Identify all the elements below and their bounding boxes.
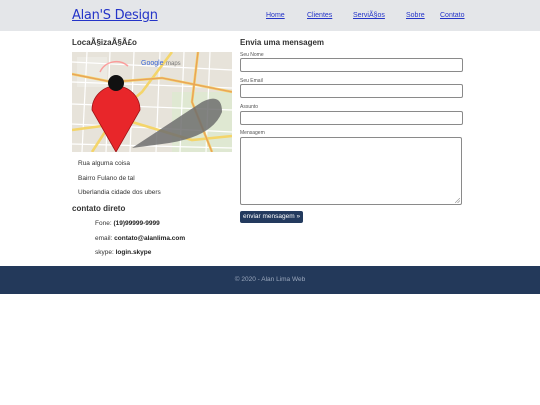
subject-field[interactable] <box>240 111 463 125</box>
site-header: Alan'S Design Home Clientes ServiÃ§os So… <box>0 0 540 31</box>
location-title: LocaÃ§izaÃ§Ã£o <box>72 38 137 47</box>
address-line-city: Uberlandia cidade dos ubers <box>78 189 161 196</box>
site-logo[interactable]: Alan'S Design <box>72 8 158 23</box>
nav-home[interactable]: Home <box>266 12 285 19</box>
subject-label: Assunto <box>240 104 259 110</box>
svg-text:maps: maps <box>166 61 181 67</box>
nav-contato[interactable]: Contato <box>440 12 465 19</box>
contact-title: contato direto <box>72 204 126 213</box>
email-label: email: <box>95 235 113 242</box>
message-label: Mensagem <box>240 130 265 136</box>
map-image: Google maps <box>72 52 232 152</box>
skype-value: login.skype <box>115 249 152 256</box>
footer-copyright: © 2020 - Alan Lima Web <box>234 276 306 283</box>
form-title: Envia uma mensagem <box>240 38 325 47</box>
message-textarea[interactable] <box>240 137 462 205</box>
phone-label: Fone: <box>95 220 112 227</box>
resize-handle-icon[interactable] <box>455 198 460 203</box>
svg-text:Google: Google <box>141 60 164 67</box>
phone-value: (19)99999-9999 <box>113 220 160 227</box>
name-field[interactable] <box>240 58 463 72</box>
email-value: contato@alanlima.com <box>114 235 186 242</box>
site-footer: © 2020 - Alan Lima Web <box>0 266 540 294</box>
address-line-street: Rua alguma coisa <box>78 160 131 167</box>
nav-sobre[interactable]: Sobre <box>406 12 425 19</box>
skype-label: skype: <box>95 249 114 256</box>
contact-email: email: contato@alanlima.com <box>95 235 185 242</box>
location-map[interactable]: Google maps <box>72 52 232 152</box>
nav-clientes[interactable]: Clientes <box>307 12 332 19</box>
email-field[interactable] <box>240 84 463 98</box>
address-line-district: Bairro Fulano de tal <box>78 175 135 182</box>
nav-servicos[interactable]: ServiÃ§os <box>353 12 385 19</box>
contact-skype: skype: login.skype <box>95 249 151 256</box>
contact-phone: Fone: (19)99999-9999 <box>95 220 160 227</box>
send-message-button[interactable]: enviar mensagem » <box>240 211 304 223</box>
